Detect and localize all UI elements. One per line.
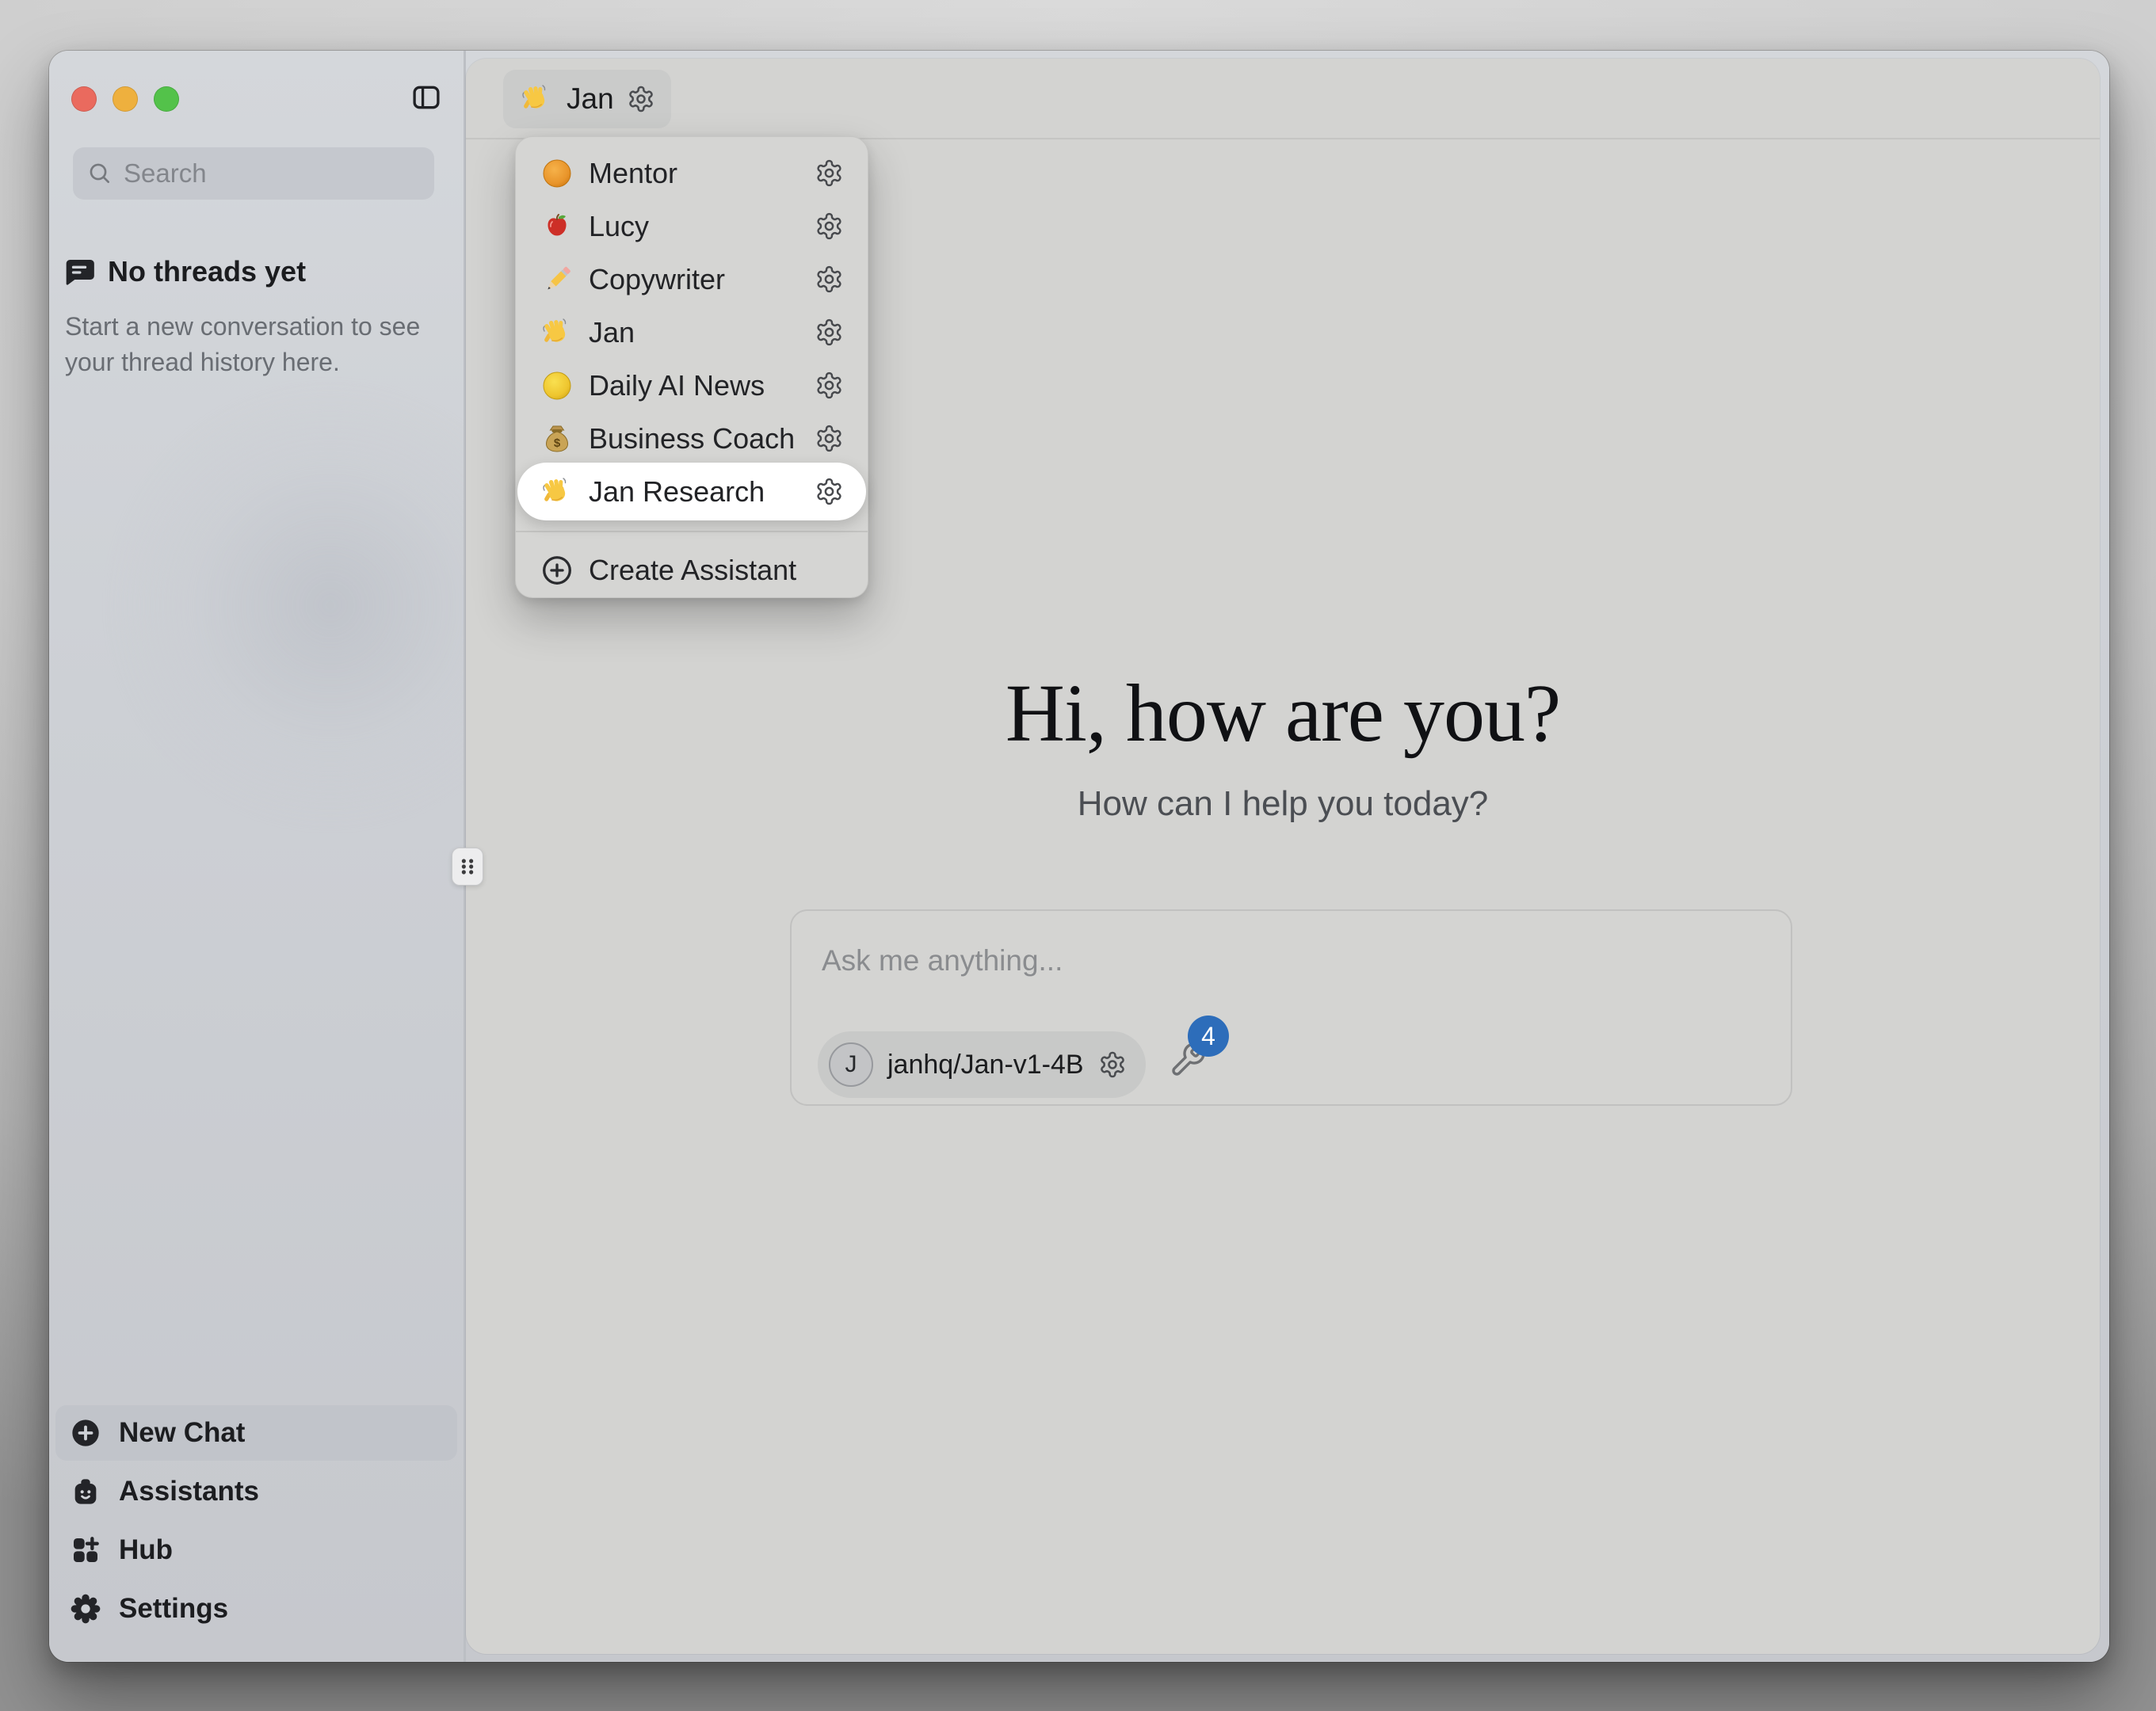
sidebar: Search No threads yet Start a new conver… (49, 51, 464, 1662)
composer-card: Ask me anything... J janhq/Jan-v1-4B 4 (790, 909, 1792, 1106)
sidebar-item-assistants[interactable]: Assistants (55, 1464, 457, 1519)
greeting-subtitle: How can I help you today? (466, 784, 2100, 824)
gear-icon[interactable] (815, 477, 844, 506)
waving-hand-icon (540, 315, 574, 350)
menu-separator (516, 531, 868, 532)
gear-icon[interactable] (1098, 1050, 1127, 1079)
grip-dots-icon (456, 856, 479, 878)
gear-icon[interactable] (627, 85, 655, 113)
threads-icon (63, 256, 95, 288)
menu-item-label: Jan Research (589, 475, 800, 509)
waving-hand-icon (519, 82, 554, 116)
sidebar-item-hub[interactable]: Hub (55, 1522, 457, 1578)
assistants-icon (70, 1476, 101, 1507)
search-placeholder: Search (124, 158, 207, 189)
menu-item-label: Copywriter (589, 263, 800, 296)
menu-item-copywriter[interactable]: Copywriter (516, 253, 868, 306)
orange-circle-icon (540, 156, 574, 191)
menu-item-label: Mentor (589, 157, 800, 190)
menu-item-label: Lucy (589, 210, 800, 243)
gear-icon[interactable] (815, 211, 844, 241)
gear-icon[interactable] (815, 265, 844, 294)
settings-icon (70, 1593, 101, 1625)
gear-icon[interactable] (815, 424, 844, 453)
yellow-circle-icon (540, 368, 574, 403)
search-input[interactable]: Search (73, 147, 434, 200)
pencil-icon (540, 262, 574, 297)
desktop-background: Search No threads yet Start a new conver… (0, 0, 2156, 1711)
nav-label: Settings (119, 1593, 228, 1625)
menu-item-create-assistant[interactable]: Create Assistant (516, 543, 868, 596)
sidebar-item-new-chat[interactable]: New Chat (55, 1405, 457, 1461)
waving-hand-icon (540, 474, 574, 509)
menu-item-jan[interactable]: Jan (516, 306, 868, 359)
nav-label: Assistants (119, 1476, 259, 1507)
app-window: Search No threads yet Start a new conver… (49, 51, 2109, 1662)
model-name: janhq/Jan-v1-4B (887, 1050, 1084, 1080)
assistant-switcher-label: Jan (567, 82, 614, 116)
menu-item-label: Create Assistant (589, 554, 844, 587)
hub-icon (70, 1534, 101, 1566)
window-controls (71, 86, 179, 112)
menu-item-mentor[interactable]: Mentor (516, 147, 868, 200)
greeting-block: Hi, how are you? (466, 669, 2100, 759)
plus-circle-outline-icon (540, 553, 574, 588)
menu-item-lucy[interactable]: Lucy (516, 200, 868, 253)
nav-label: New Chat (119, 1417, 245, 1449)
menu-item-label: Jan (589, 316, 800, 349)
menu-item-label: Daily AI News (589, 369, 800, 402)
sidebar-resize-handle[interactable] (452, 848, 483, 886)
sidebar-toggle-icon[interactable] (411, 82, 441, 112)
money-bag-icon (540, 421, 574, 456)
red-apple-icon (540, 209, 574, 244)
plus-circle-icon (70, 1417, 101, 1449)
assistant-switcher-button[interactable]: Jan (503, 70, 671, 128)
gear-icon[interactable] (815, 158, 844, 188)
menu-item-daily-ai-news[interactable]: Daily AI News (516, 359, 868, 412)
gear-icon[interactable] (815, 318, 844, 347)
model-selector-button[interactable]: J janhq/Jan-v1-4B (818, 1031, 1146, 1098)
empty-state-description: Start a new conversation to see your thr… (63, 309, 436, 380)
composer-input[interactable]: Ask me anything... (822, 944, 1063, 977)
tools-count-badge: 4 (1188, 1016, 1229, 1057)
menu-item-jan-research[interactable]: Jan Research (516, 465, 868, 518)
nav-label: Hub (119, 1534, 173, 1566)
zoom-window-button[interactable] (154, 86, 179, 112)
close-window-button[interactable] (71, 86, 97, 112)
sidebar-nav: New Chat Assistants Hub (55, 1402, 457, 1637)
sidebar-item-settings[interactable]: Settings (55, 1581, 457, 1637)
empty-state-title: No threads yet (108, 255, 306, 288)
gear-icon[interactable] (815, 371, 844, 400)
threads-empty-state: No threads yet Start a new conversation … (63, 255, 436, 380)
model-avatar: J (829, 1042, 873, 1087)
tools-button[interactable]: 4 (1169, 1035, 1240, 1098)
main-header: Jan (466, 59, 2100, 139)
assistant-menu: Mentor Lucy Copywriter (515, 136, 868, 598)
menu-item-label: Business Coach (589, 422, 800, 455)
search-icon (87, 161, 113, 186)
minimize-window-button[interactable] (113, 86, 138, 112)
menu-item-business-coach[interactable]: Business Coach (516, 412, 868, 465)
greeting-title: Hi, how are you? (466, 669, 2100, 759)
